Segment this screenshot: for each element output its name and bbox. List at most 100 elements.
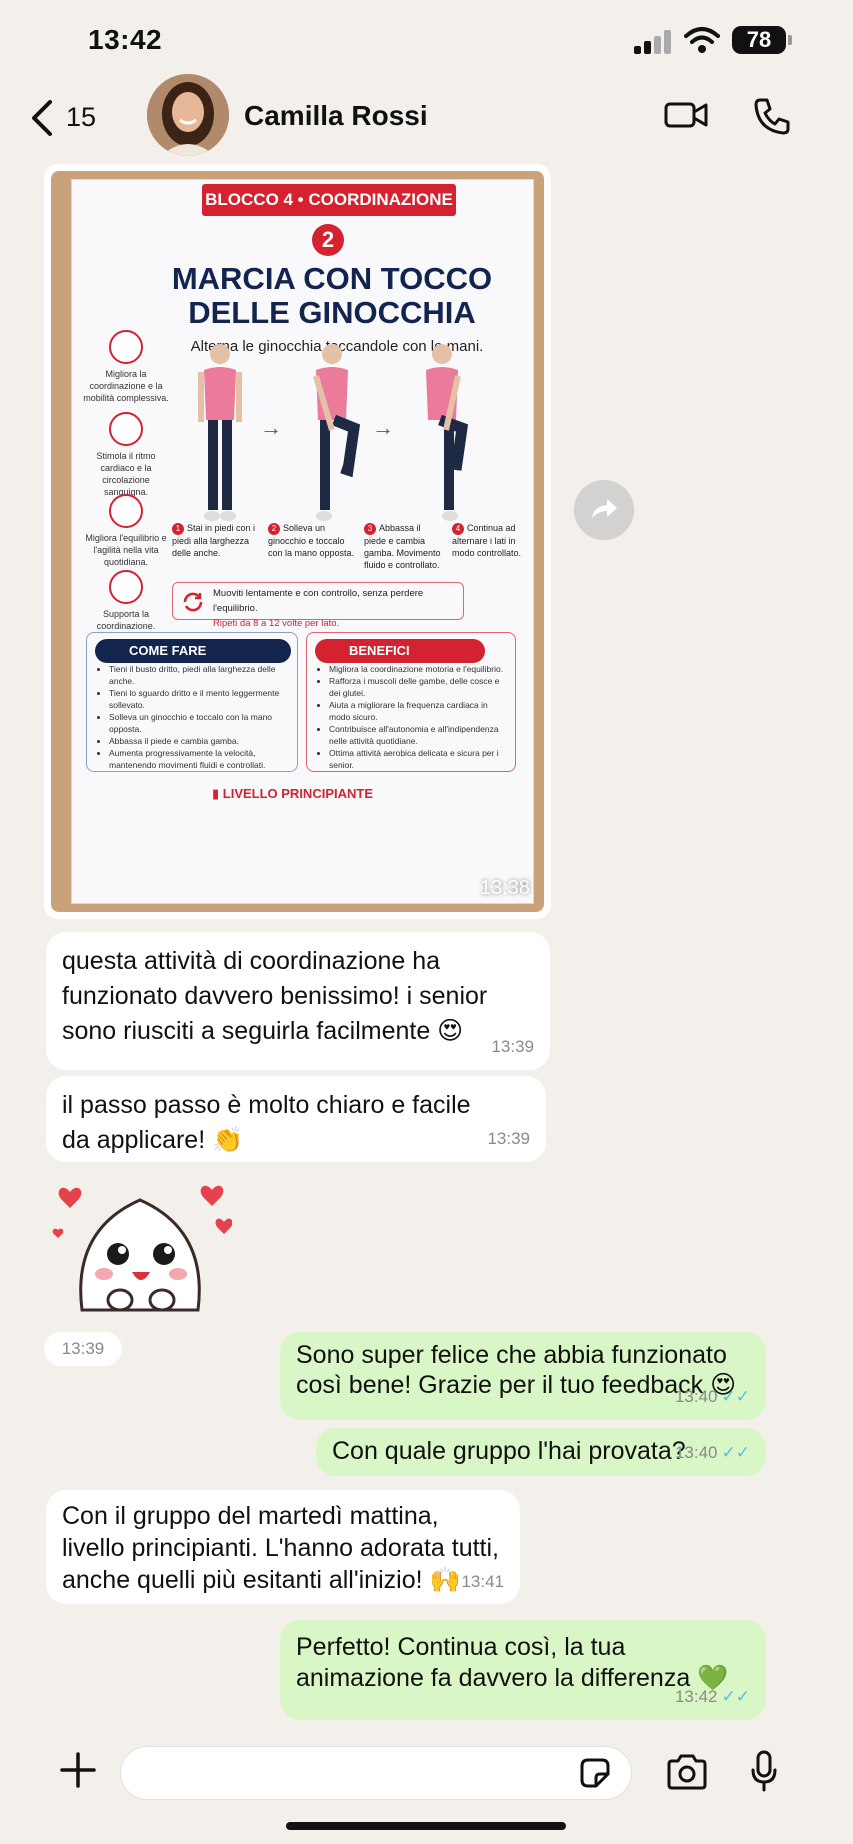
message-text: funzionato davvero benissimo! i senior — [62, 982, 488, 1010]
read-ticks-icon: ✓✓ — [721, 1687, 751, 1706]
walker-icon — [109, 330, 143, 364]
poster-title-line2: DELLE GINOCCHIA — [188, 295, 476, 330]
poster-step: 1 Stai in piedi con i piedi alla larghezz… — [172, 522, 262, 559]
heart-icon — [109, 412, 143, 446]
runner-icon — [109, 570, 143, 604]
step-number: 4 — [452, 523, 464, 535]
benefit-item: Aiuta a migliorare la frequenza cardiaca… — [329, 699, 507, 723]
poster-side-benefit: Migliora la coordinazione e la mobilità … — [82, 330, 170, 404]
message-text: da applicare! 👏 — [62, 1126, 244, 1154]
message-time: 13:39 — [487, 1129, 530, 1148]
note-repetitions: Ripeti da 8 a 12 volte per lato. — [213, 618, 340, 629]
battery-indicator: 78 — [732, 26, 792, 54]
how-to-item: Abbassa il piede e cambia gamba. — [109, 735, 289, 747]
level-text: LIVELLO PRINCIPIANTE — [222, 786, 373, 801]
balance-icon — [109, 494, 143, 528]
phone-call-icon[interactable] — [752, 96, 792, 136]
avatar[interactable] — [147, 74, 229, 156]
how-to-item: Aumenta progressivamente la velocità, ma… — [109, 747, 289, 771]
cellular-signal-icon — [634, 30, 672, 54]
step-arrow-icon: → — [372, 415, 394, 440]
microphone-icon[interactable] — [750, 1750, 778, 1792]
cute-ghost-sticker[interactable] — [52, 1170, 232, 1330]
benefits-list: Migliora la coordinazione motoria e l'eq… — [321, 663, 507, 771]
message-text: sono riusciti a seguirla facilmente 😍 — [62, 1017, 464, 1045]
home-indicator — [286, 1822, 566, 1830]
note-text: Muoviti lentamente e con controllo, senz… — [213, 588, 424, 614]
unread-count[interactable]: 15 — [66, 102, 96, 133]
message-time: 13:40 — [674, 1387, 718, 1406]
side-benefit-text: Migliora l'equilibrio e l'agilità nella … — [85, 533, 167, 567]
side-benefit-text: Supporta la coordinazione. — [96, 609, 156, 631]
message-meta: 13:40 ✓✓ — [675, 1379, 750, 1414]
sticker-time: 13:39 — [44, 1332, 122, 1366]
poster-block-label: BLOCCO 4 • COORDINAZIONE — [202, 184, 456, 216]
exercise-figure-standing — [198, 344, 242, 521]
wifi-icon — [684, 27, 720, 53]
sticker-icon[interactable] — [578, 1756, 612, 1790]
benefits-box: BENEFICI Migliora la coordinazione motor… — [306, 632, 516, 772]
step-number: 1 — [172, 523, 184, 535]
contact-name[interactable]: Camilla Rossi — [244, 100, 428, 132]
message-text: Con il gruppo del martedì mattina, — [62, 1502, 439, 1530]
poster-step: 2 Solleva un ginocchio e toccalo con la m… — [268, 522, 358, 559]
benefit-item: Rafforza i muscoli delle gambe, delle co… — [329, 675, 507, 699]
message-input[interactable] — [120, 1746, 632, 1800]
poster-side-benefit: Supporta la coordinazione. — [82, 570, 170, 632]
step-text: Solleva un ginocchio e toccalo con la ma… — [268, 523, 355, 558]
repeat-icon — [183, 592, 203, 612]
incoming-message[interactable]: Con il gruppo del martedì mattina, livel… — [46, 1490, 520, 1604]
outgoing-message[interactable]: Sono super felice che abbia funzionato c… — [280, 1332, 766, 1420]
benefit-item: Contribuisce all'autonomia e all'indipen… — [329, 723, 507, 747]
poster-side-benefit: Migliora l'equilibrio e l'agilità nella … — [82, 494, 170, 568]
message-time: 13:38 — [479, 877, 530, 899]
poster-note: Muoviti lentamente e con controllo, senz… — [172, 582, 464, 629]
step-arrow-icon: → — [260, 415, 282, 440]
read-ticks-icon: ✓✓ — [721, 1443, 751, 1462]
incoming-message[interactable]: il passo passo è molto chiaro e facile d… — [46, 1076, 546, 1162]
forward-icon[interactable] — [574, 480, 634, 540]
benefits-title-text: BENEFICI — [349, 643, 410, 658]
poster-side-benefit: Stimola il ritmo cardiaco e la circolazi… — [82, 412, 170, 498]
poster-title: MARCIA CON TOCCO DELLE GINOCCHIA — [112, 262, 544, 330]
message-meta: 13:42 ✓✓ — [675, 1679, 750, 1714]
message-time: 13:40 — [674, 1443, 718, 1462]
plus-icon[interactable] — [60, 1752, 96, 1788]
step-number: 2 — [268, 523, 280, 535]
camera-icon[interactable] — [666, 1754, 708, 1790]
outgoing-message[interactable]: Perfetto! Continua così, la tua animazio… — [280, 1620, 766, 1720]
message-text: Perfetto! Continua così, la tua — [296, 1633, 626, 1661]
how-to-list: Tieni il busto dritto, piedi alla larghe… — [101, 663, 289, 771]
benefit-item: Migliora la coordinazione motoria e l'eq… — [329, 663, 507, 675]
poster-number: 2 — [312, 224, 344, 256]
poster-step: 3 Abbassa il piede e cambia gamba. Movime… — [364, 522, 444, 571]
side-benefit-text: Migliora la coordinazione e la mobilità … — [83, 369, 169, 403]
status-time: 13:42 — [88, 24, 163, 55]
image-message[interactable]: BLOCCO 4 • COORDINAZIONE 2 MARCIA CON TO… — [44, 164, 551, 919]
step-text: Stai in piedi con i piedi alla larghezza… — [172, 523, 256, 558]
benefits-title: BENEFICI — [315, 639, 485, 663]
message-text: livello principianti. L'hanno adorata tu… — [62, 1534, 499, 1562]
message-time: 13:39 — [491, 1037, 534, 1056]
poster-step: 4 Continua ad alternare i lati in modo co… — [452, 522, 530, 559]
exercise-figure-knee-lift-alt — [426, 344, 469, 521]
exercise-poster-image[interactable]: BLOCCO 4 • COORDINAZIONE 2 MARCIA CON TO… — [51, 171, 544, 912]
read-ticks-icon: ✓✓ — [721, 1387, 751, 1406]
outgoing-message[interactable]: Con quale gruppo l'hai provata? 13:40 ✓✓ — [316, 1428, 766, 1476]
message-text: anche quelli più esitanti all'inizio! 🙌 — [62, 1566, 461, 1594]
message-time: 13:42 — [674, 1687, 718, 1706]
benefit-item: Ottima attività aerobica delicata e sicu… — [329, 747, 507, 771]
incoming-message[interactable]: questa attività di coordinazione ha funz… — [46, 932, 550, 1070]
poster-title-line1: MARCIA CON TOCCO — [171, 261, 493, 296]
level-bars-icon: ▮ — [212, 786, 223, 801]
poster-sheet: BLOCCO 4 • COORDINAZIONE 2 MARCIA CON TO… — [71, 179, 534, 904]
how-to-box: COME FARE Tieni il busto dritto, piedi a… — [86, 632, 298, 772]
message-text: il passo passo è molto chiaro e facile — [62, 1091, 471, 1119]
side-benefit-text: Stimola il ritmo cardiaco e la circolazi… — [96, 451, 156, 497]
how-to-item: Tieni lo sguardo dritto e il mento legge… — [109, 687, 289, 711]
how-to-title: COME FARE — [95, 639, 291, 663]
back-chevron-icon[interactable] — [28, 98, 58, 138]
how-to-title-text: COME FARE — [129, 643, 207, 658]
message-meta: 13:40 ✓✓ — [675, 1435, 750, 1470]
video-call-icon[interactable] — [664, 98, 708, 132]
